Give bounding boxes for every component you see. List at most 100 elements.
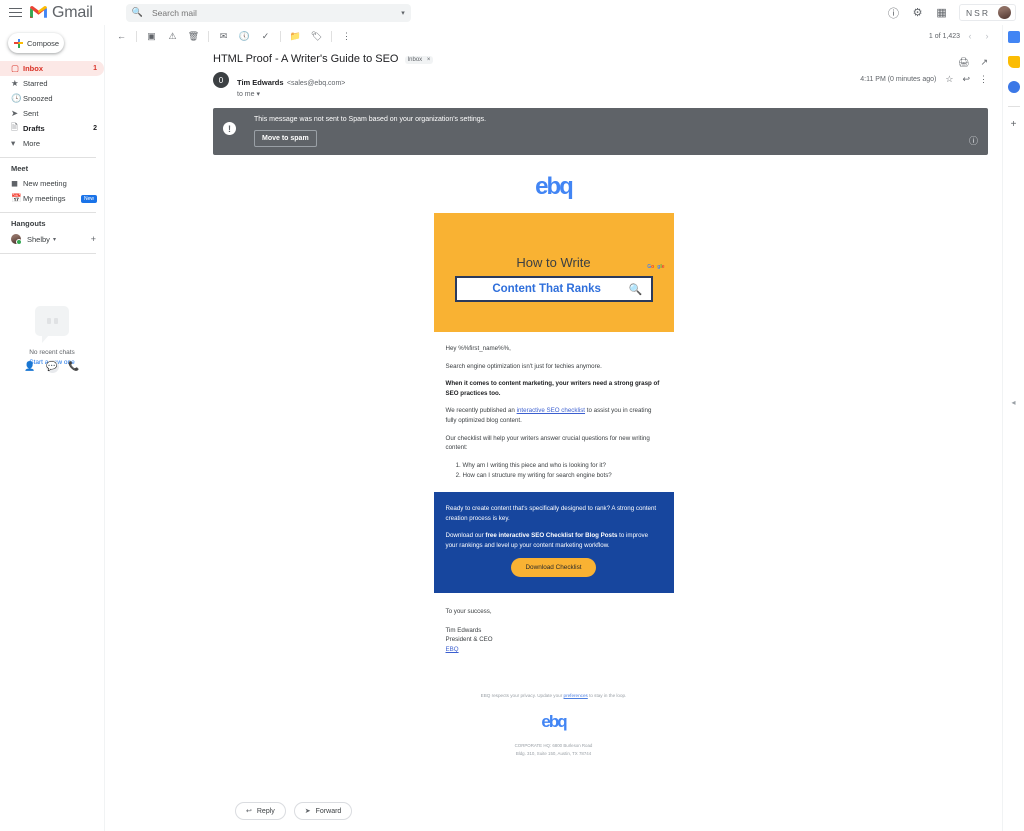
chevron-left-icon[interactable]: ◂ bbox=[1011, 398, 1015, 407]
apps-grid-icon[interactable]: ▦ bbox=[935, 6, 948, 19]
phone-icon[interactable]: 📞 bbox=[68, 360, 81, 373]
sidebar-item-inbox[interactable]: ▢ Inbox 1 bbox=[0, 61, 104, 76]
delete-icon[interactable]: 🗑 bbox=[183, 26, 204, 47]
sidebar-bottom-icons: 👤 💬 📞 bbox=[0, 360, 104, 373]
sidebar-item-starred[interactable]: ★ Starred bbox=[0, 76, 104, 91]
pagination-text: 1 of 1,423 bbox=[928, 32, 960, 40]
print-icon[interactable]: 🖨 bbox=[958, 57, 969, 68]
help-icon[interactable]: ⓘ bbox=[887, 6, 900, 20]
search-bar[interactable]: 🔍 ▾ bbox=[125, 3, 411, 22]
sidebar-item-snoozed[interactable]: 🕓 Snoozed bbox=[0, 91, 104, 106]
p3-before: We recently published an bbox=[445, 407, 517, 415]
email-paragraph-4: Our checklist will help your writers ans… bbox=[445, 434, 650, 452]
sidebar-item-label: Snoozed bbox=[23, 94, 53, 103]
topbar-actions: ⓘ ⚙ ▦ NSR bbox=[887, 4, 1024, 21]
chat-empty-state: No recent chats Start a new one bbox=[0, 306, 104, 366]
divider bbox=[0, 157, 96, 158]
plus-icon[interactable]: + bbox=[91, 234, 96, 244]
privacy-after: to stay in the loop. bbox=[587, 692, 627, 698]
ebq-logo: ebq bbox=[535, 173, 574, 200]
right-rail: + ◂ bbox=[1002, 25, 1024, 831]
signature-name: Tim Edwards bbox=[445, 626, 482, 634]
reply-icon[interactable]: ↩ bbox=[962, 74, 970, 85]
privacy-before: EBQ respects your privacy. Update your bbox=[480, 692, 564, 698]
gear-icon[interactable]: ⚙ bbox=[911, 6, 924, 19]
hamburger-icon[interactable] bbox=[0, 11, 30, 14]
signature-company-link[interactable]: EBQ bbox=[446, 646, 459, 653]
help-icon[interactable]: ⓘ bbox=[969, 134, 978, 147]
hangouts-user-row[interactable]: Shelby ▾ + bbox=[0, 231, 104, 247]
mark-unread-icon[interactable]: ✉ bbox=[213, 26, 234, 47]
open-in-new-icon[interactable]: ↗ bbox=[980, 57, 988, 68]
email-hero: How to Write Google Content That Ranks 🔍 bbox=[433, 213, 674, 332]
move-to-icon[interactable]: 📁 bbox=[285, 26, 306, 47]
sidebar-item-count: 2 bbox=[93, 125, 97, 132]
reply-icon: ↩ bbox=[246, 808, 252, 815]
add-to-tasks-icon[interactable]: ✓ bbox=[255, 26, 276, 47]
exclamation-icon: ! bbox=[223, 122, 236, 135]
email-signature: To your success, Tim Edwards President &… bbox=[433, 593, 674, 683]
sidebar-item-sent[interactable]: ➤ Sent bbox=[0, 106, 104, 121]
sidebar-item-new-meeting[interactable]: ◼ New meeting bbox=[0, 176, 104, 191]
download-checklist-button[interactable]: Download Checklist bbox=[511, 558, 596, 578]
recipient-line[interactable]: to me ▾ bbox=[237, 90, 345, 98]
seo-checklist-link[interactable]: interactive SEO checklist bbox=[517, 407, 585, 414]
email-greeting: Hey %%first_name%%, bbox=[445, 345, 511, 352]
meet-section-title: Meet bbox=[11, 164, 29, 173]
calendar-icon[interactable] bbox=[1007, 31, 1020, 43]
close-icon[interactable]: × bbox=[427, 57, 431, 63]
hangouts-icon[interactable]: 💬 bbox=[45, 360, 59, 373]
back-arrow-icon[interactable]: ← bbox=[111, 26, 132, 47]
search-options-icon[interactable]: ▾ bbox=[401, 9, 405, 17]
chevron-down-icon[interactable]: ▾ bbox=[256, 91, 260, 98]
report-spam-icon[interactable]: ⚠ bbox=[162, 26, 183, 47]
plus-icon[interactable]: + bbox=[1011, 120, 1017, 130]
snooze-icon[interactable]: 🕔 bbox=[234, 26, 255, 47]
contacts-icon[interactable]: 👤 bbox=[24, 360, 37, 373]
send-icon: ➤ bbox=[11, 108, 19, 118]
hero-title: How to Write bbox=[516, 255, 591, 270]
more-options-icon[interactable]: ⋮ bbox=[336, 26, 357, 47]
chevron-down-icon: ▾ bbox=[11, 138, 16, 148]
sidebar-item-more[interactable]: ▾ More bbox=[0, 136, 104, 151]
reply-button[interactable]: ↩ Reply bbox=[235, 802, 286, 820]
sidebar-item-label: New meeting bbox=[23, 179, 67, 188]
signature-block: Tim Edwards President & CEO EBQ bbox=[446, 626, 662, 655]
move-to-spam-button[interactable]: Move to spam bbox=[254, 130, 317, 147]
sidebar-item-label: Sent bbox=[23, 109, 39, 118]
sidebar: Compose ▢ Inbox 1 ★ Starred 🕓 Snoozed ➤ … bbox=[0, 25, 104, 831]
tasks-icon[interactable] bbox=[1007, 81, 1020, 93]
spam-banner-text: This message was not sent to Spam based … bbox=[254, 116, 487, 123]
avatar bbox=[11, 234, 22, 245]
star-icon[interactable]: ☆ bbox=[945, 74, 953, 85]
chevron-down-icon[interactable]: ▾ bbox=[53, 236, 56, 243]
cta-button-wrap: Download Checklist bbox=[446, 558, 662, 578]
subject-actions: 🖨 ↗ bbox=[958, 53, 1002, 68]
label-chip[interactable]: Inbox × bbox=[404, 56, 434, 64]
archive-icon[interactable]: ▣ bbox=[141, 26, 162, 47]
plus-icon bbox=[14, 38, 23, 48]
address-line-2: Bldg. 310, Suite 150, Austin, TX 78744 bbox=[515, 750, 592, 756]
sender-row: 0 Tim Edwards <sales@ebq.com> to me ▾ 4:… bbox=[105, 72, 1002, 98]
recipient-text: to me bbox=[237, 91, 255, 98]
search-input[interactable] bbox=[150, 6, 402, 19]
more-options-icon[interactable]: ⋮ bbox=[979, 74, 988, 85]
chevron-right-icon[interactable]: › bbox=[980, 29, 994, 43]
account-chip[interactable]: NSR bbox=[959, 4, 1016, 21]
preferences-link[interactable]: preferences bbox=[564, 693, 588, 698]
calendar-icon: 📅 bbox=[11, 193, 22, 203]
sidebar-item-my-meetings[interactable]: 📅 My meetings New bbox=[0, 191, 104, 206]
avatar[interactable] bbox=[998, 6, 1011, 19]
gmail-logo-icon bbox=[30, 6, 47, 18]
message-toolbar: ← ▣ ⚠ 🗑 ✉ 🕔 ✓ 📁 🏷 ⋮ 1 of 1,423 ‹ › bbox=[105, 25, 1002, 47]
cta-p2-before: Download our bbox=[445, 532, 486, 540]
account-badge: NSR bbox=[966, 7, 990, 18]
chevron-left-icon[interactable]: ‹ bbox=[963, 29, 977, 43]
keep-icon[interactable] bbox=[1007, 56, 1020, 68]
ebq-footer-logo: ebq bbox=[541, 711, 567, 731]
compose-button[interactable]: Compose bbox=[8, 33, 64, 53]
new-badge: New bbox=[80, 194, 97, 203]
forward-button[interactable]: ➤ Forward bbox=[293, 802, 353, 820]
sidebar-item-drafts[interactable]: 🗎 Drafts 2 bbox=[0, 121, 104, 136]
labels-icon[interactable]: 🏷 bbox=[306, 26, 327, 47]
